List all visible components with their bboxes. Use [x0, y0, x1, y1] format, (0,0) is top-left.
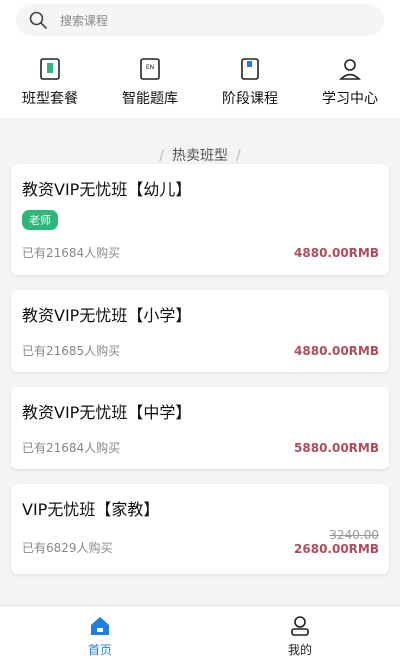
category-nav: 班型套餐 EN 智能题库 阶段课程 学习中心 — [0, 56, 400, 108]
nav-label: 阶段课程 — [222, 91, 278, 107]
course-price: 2680.00RMB — [294, 542, 379, 556]
buyer-count: 已有21684人购买 — [22, 246, 121, 260]
user-center-icon — [339, 59, 361, 80]
buyer-count: 已有21685人购买 — [22, 344, 121, 358]
course-card[interactable]: VIP无忧班【家教】 已有6829人购买 3240.00 2680.00RMB — [11, 484, 389, 574]
course-card[interactable]: 教资VIP无忧班【幼儿】 老师 已有21684人购买 4880.00RMB — [11, 164, 389, 275]
course-title: VIP无忧班【家教】 — [22, 500, 160, 519]
course-price: 4880.00RMB — [294, 246, 379, 260]
nav-label: 智能题库 — [122, 91, 178, 107]
course-price: 4880.00RMB — [294, 344, 379, 358]
tab-home[interactable]: 首页 — [0, 606, 200, 666]
home-icon — [91, 617, 109, 635]
question-bank-icon: EN — [140, 58, 160, 80]
course-card[interactable]: 教资VIP无忧班【小学】 已有21685人购买 4880.00RMB — [11, 290, 389, 372]
course-book-icon — [241, 58, 259, 80]
nav-item-learning-center[interactable]: 学习中心 — [300, 56, 400, 108]
course-list: 教资VIP无忧班【幼儿】 老师 已有21684人购买 4880.00RMB 教资… — [0, 164, 400, 574]
nav-label: 学习中心 — [322, 91, 378, 107]
course-title: 教资VIP无忧班【中学】 — [22, 403, 192, 422]
tab-mine[interactable]: 我的 — [200, 606, 400, 666]
divider-slash: / — [159, 148, 164, 164]
user-icon — [291, 616, 309, 636]
original-price: 3240.00 — [329, 528, 379, 542]
course-title: 教资VIP无忧班【小学】 — [22, 306, 192, 325]
nav-label: 班型套餐 — [22, 91, 78, 107]
header-area: 搜索课程 班型套餐 EN 智能题库 阶段课程 学习中心 — [0, 0, 400, 118]
bottom-tabbar: 首页 我的 — [0, 605, 400, 666]
package-icon — [40, 58, 60, 80]
teacher-tag: 老师 — [22, 210, 58, 230]
nav-item-packages[interactable]: 班型套餐 — [0, 56, 100, 108]
tab-label: 我的 — [287, 643, 312, 657]
nav-item-stage-courses[interactable]: 阶段课程 — [200, 56, 300, 108]
course-price: 5880.00RMB — [294, 441, 379, 455]
tab-label: 首页 — [87, 643, 112, 657]
divider-slash: / — [236, 148, 241, 164]
search-placeholder: 搜索课程 — [60, 13, 109, 28]
search-bar[interactable]: 搜索课程 — [16, 4, 384, 36]
course-title: 教资VIP无忧班【幼儿】 — [22, 180, 192, 199]
buyer-count: 已有6829人购买 — [22, 541, 113, 555]
section-title-text: 热卖班型 — [172, 148, 228, 164]
section-title: / 热卖班型 / — [0, 118, 400, 164]
search-icon — [29, 11, 47, 29]
buyer-count: 已有21684人购买 — [22, 441, 121, 455]
course-card[interactable]: 教资VIP无忧班【中学】 已有21684人购买 5880.00RMB — [11, 387, 389, 469]
nav-item-question-bank[interactable]: EN 智能题库 — [100, 56, 200, 108]
svg-text:EN: EN — [146, 64, 154, 71]
